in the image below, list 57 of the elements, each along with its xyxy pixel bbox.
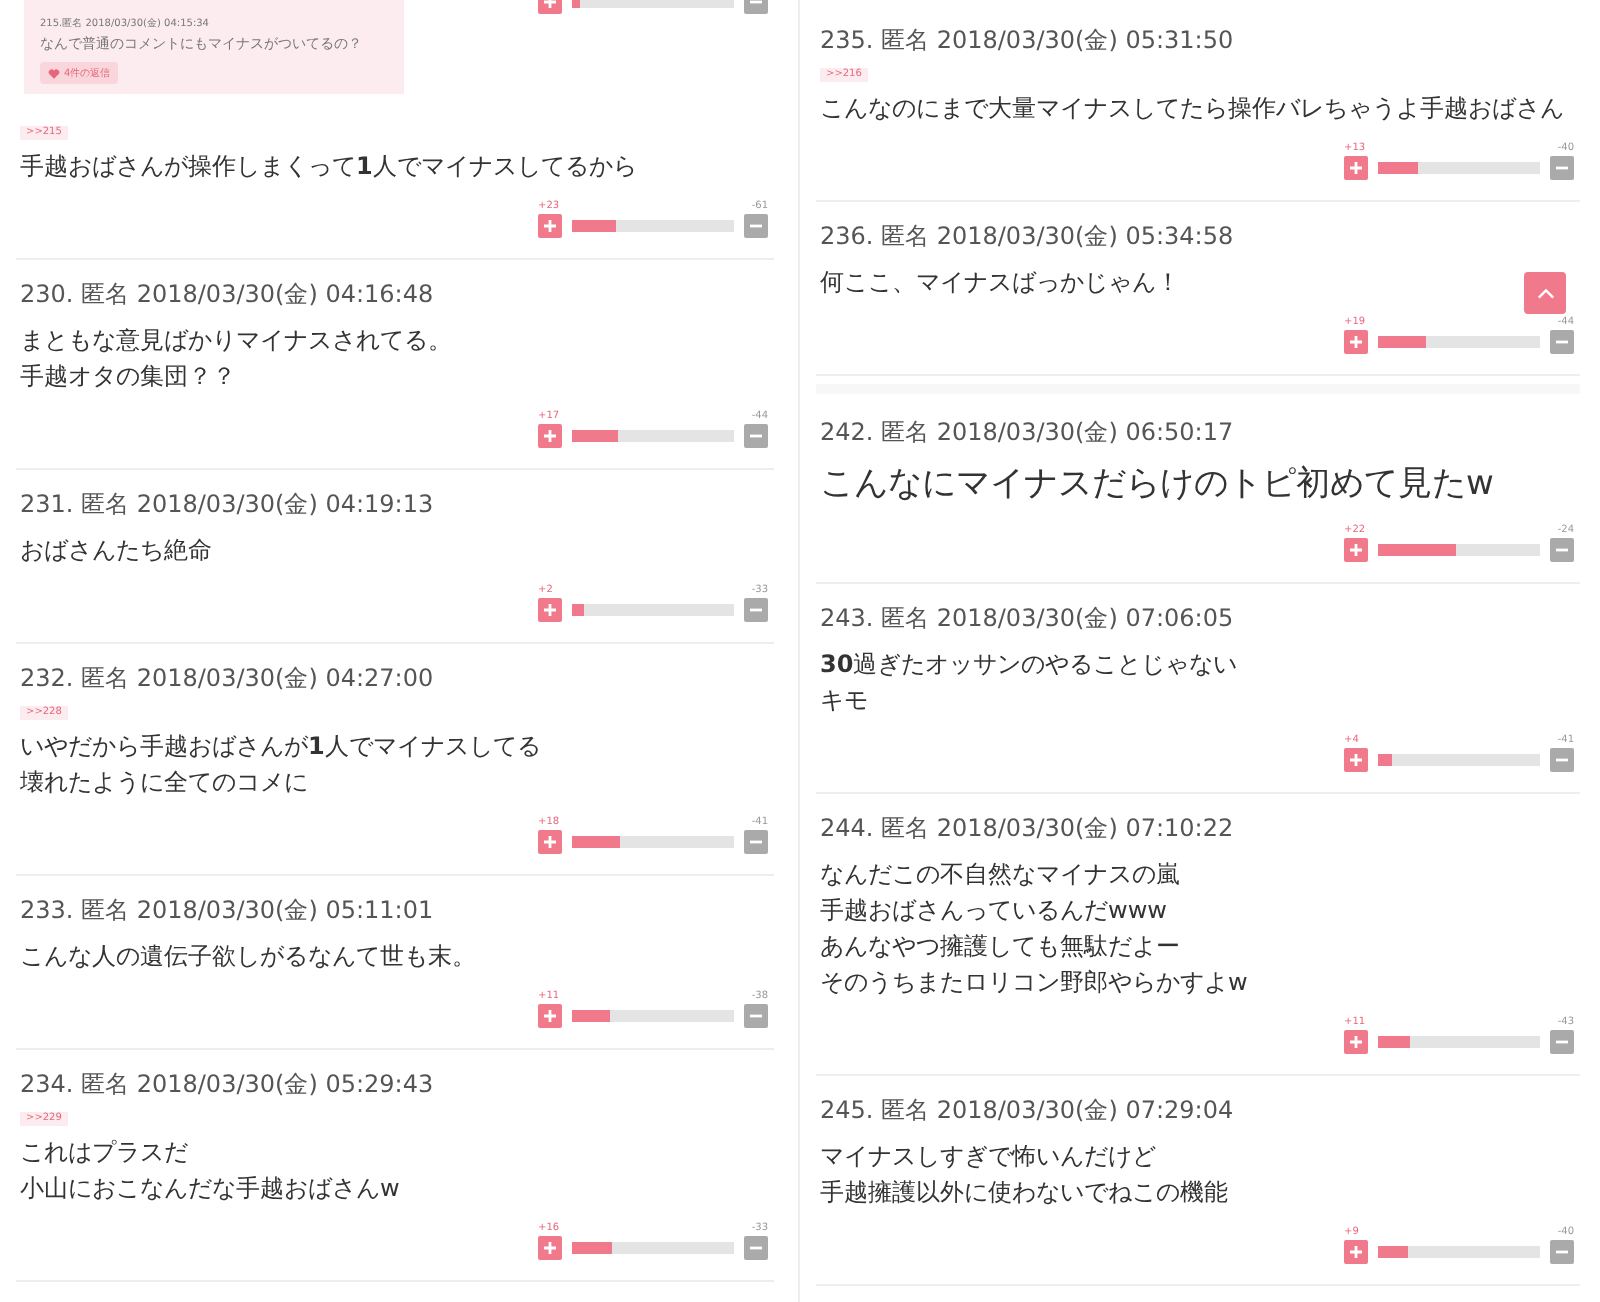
comment-text: そのうちまたロリコン野郎やらかすよw bbox=[820, 966, 1248, 1000]
plus-button[interactable] bbox=[538, 424, 562, 448]
comment-header: 243. 匿名 2018/03/30(金) 07:06:05 bbox=[820, 604, 1236, 632]
comment-header: 234. 匿名 2018/03/30(金) 05:29:43 bbox=[20, 1070, 436, 1098]
plus-button[interactable] bbox=[1344, 748, 1368, 772]
plus-button[interactable] bbox=[538, 1004, 562, 1028]
comment-text: 手越おばさんが操作しまくって1人でマイナスしてるから bbox=[20, 150, 637, 184]
minus-button[interactable] bbox=[744, 424, 768, 448]
comment-text: キモ bbox=[820, 684, 868, 718]
plus-button[interactable] bbox=[538, 830, 562, 854]
comment-text: 何ここ、マイナスばっかじゃん！ bbox=[820, 266, 1180, 300]
comment-text: マイナスしすぎで怖いんだけど bbox=[820, 1140, 1156, 1174]
scroll-to-top-button[interactable] bbox=[1524, 272, 1566, 314]
minus-button[interactable] bbox=[744, 598, 768, 622]
comment-header: 236. 匿名 2018/03/30(金) 05:34:58 bbox=[820, 222, 1236, 250]
comment-header: 232. 匿名 2018/03/30(金) 04:27:00 bbox=[20, 664, 436, 692]
comment-text: 30過ぎたオッサンのやることじゃない bbox=[820, 648, 1238, 682]
plus-button[interactable] bbox=[538, 1236, 562, 1260]
minus-button[interactable] bbox=[1550, 748, 1574, 772]
comment-text: 小山におこなんだな手越おばさんw bbox=[20, 1172, 400, 1206]
comment-text: まともな意見ばかりマイナスされてる。 bbox=[20, 324, 452, 358]
minus-button[interactable] bbox=[744, 1004, 768, 1028]
comment-header: 235. 匿名 2018/03/30(金) 05:31:50 bbox=[820, 26, 1236, 54]
minus-button[interactable] bbox=[744, 214, 768, 238]
comment-text: こんなのにまで大量マイナスしてたら操作バレちゃうよ手越おばさん bbox=[820, 92, 1564, 126]
comment-header: 244. 匿名 2018/03/30(金) 07:10:22 bbox=[820, 814, 1236, 842]
heart-icon bbox=[48, 67, 60, 79]
minus-button[interactable] bbox=[1550, 330, 1574, 354]
comment-text: おばさんたち絶命 bbox=[20, 534, 212, 568]
minus-button[interactable] bbox=[1550, 1240, 1574, 1264]
plus-button[interactable] bbox=[1344, 330, 1368, 354]
comment-text: 壊れたように全てのコメに bbox=[20, 766, 308, 800]
plus-button[interactable] bbox=[1344, 1240, 1368, 1264]
comment-text: 手越擁護以外に使わないでねこの機能 bbox=[820, 1176, 1228, 1210]
plus-button[interactable] bbox=[1344, 156, 1368, 180]
plus-button[interactable] bbox=[1344, 538, 1368, 562]
plus-button[interactable] bbox=[1344, 1030, 1368, 1054]
comment-text: これはプラスだ bbox=[20, 1136, 188, 1170]
comment-text: なんだこの不自然なマイナスの嵐 bbox=[820, 858, 1180, 892]
comment-text: 手越おばさんっているんだwww bbox=[820, 894, 1167, 928]
minus-button[interactable] bbox=[1550, 1030, 1574, 1054]
comment-header: 233. 匿名 2018/03/30(金) 05:11:01 bbox=[20, 896, 436, 924]
comment-header: 245. 匿名 2018/03/30(金) 07:29:04 bbox=[820, 1096, 1236, 1124]
comment-header: 242. 匿名 2018/03/30(金) 06:50:17 bbox=[820, 418, 1236, 446]
comment-text: あんなやつ擁護しても無駄だよー bbox=[820, 930, 1180, 964]
minus-button[interactable] bbox=[1550, 538, 1574, 562]
minus-button[interactable] bbox=[1550, 156, 1574, 180]
comment-text: いやだから手越おばさんが1人でマイナスしてる bbox=[20, 730, 541, 764]
plus-button[interactable] bbox=[538, 598, 562, 622]
comment-text: 手越オタの集団？？ bbox=[20, 360, 236, 394]
comment-text: こんな人の遺伝子欲しがるなんて世も末。 bbox=[20, 940, 476, 974]
minus-button[interactable] bbox=[744, 830, 768, 854]
plus-button[interactable] bbox=[538, 214, 562, 238]
comment-header: 231. 匿名 2018/03/30(金) 04:19:13 bbox=[20, 490, 436, 518]
minus-button[interactable] bbox=[744, 1236, 768, 1260]
comment-text: こんなにマイナスだらけのトピ初めて見たw bbox=[820, 462, 1494, 508]
comment-header: 230. 匿名 2018/03/30(金) 04:16:48 bbox=[20, 280, 436, 308]
